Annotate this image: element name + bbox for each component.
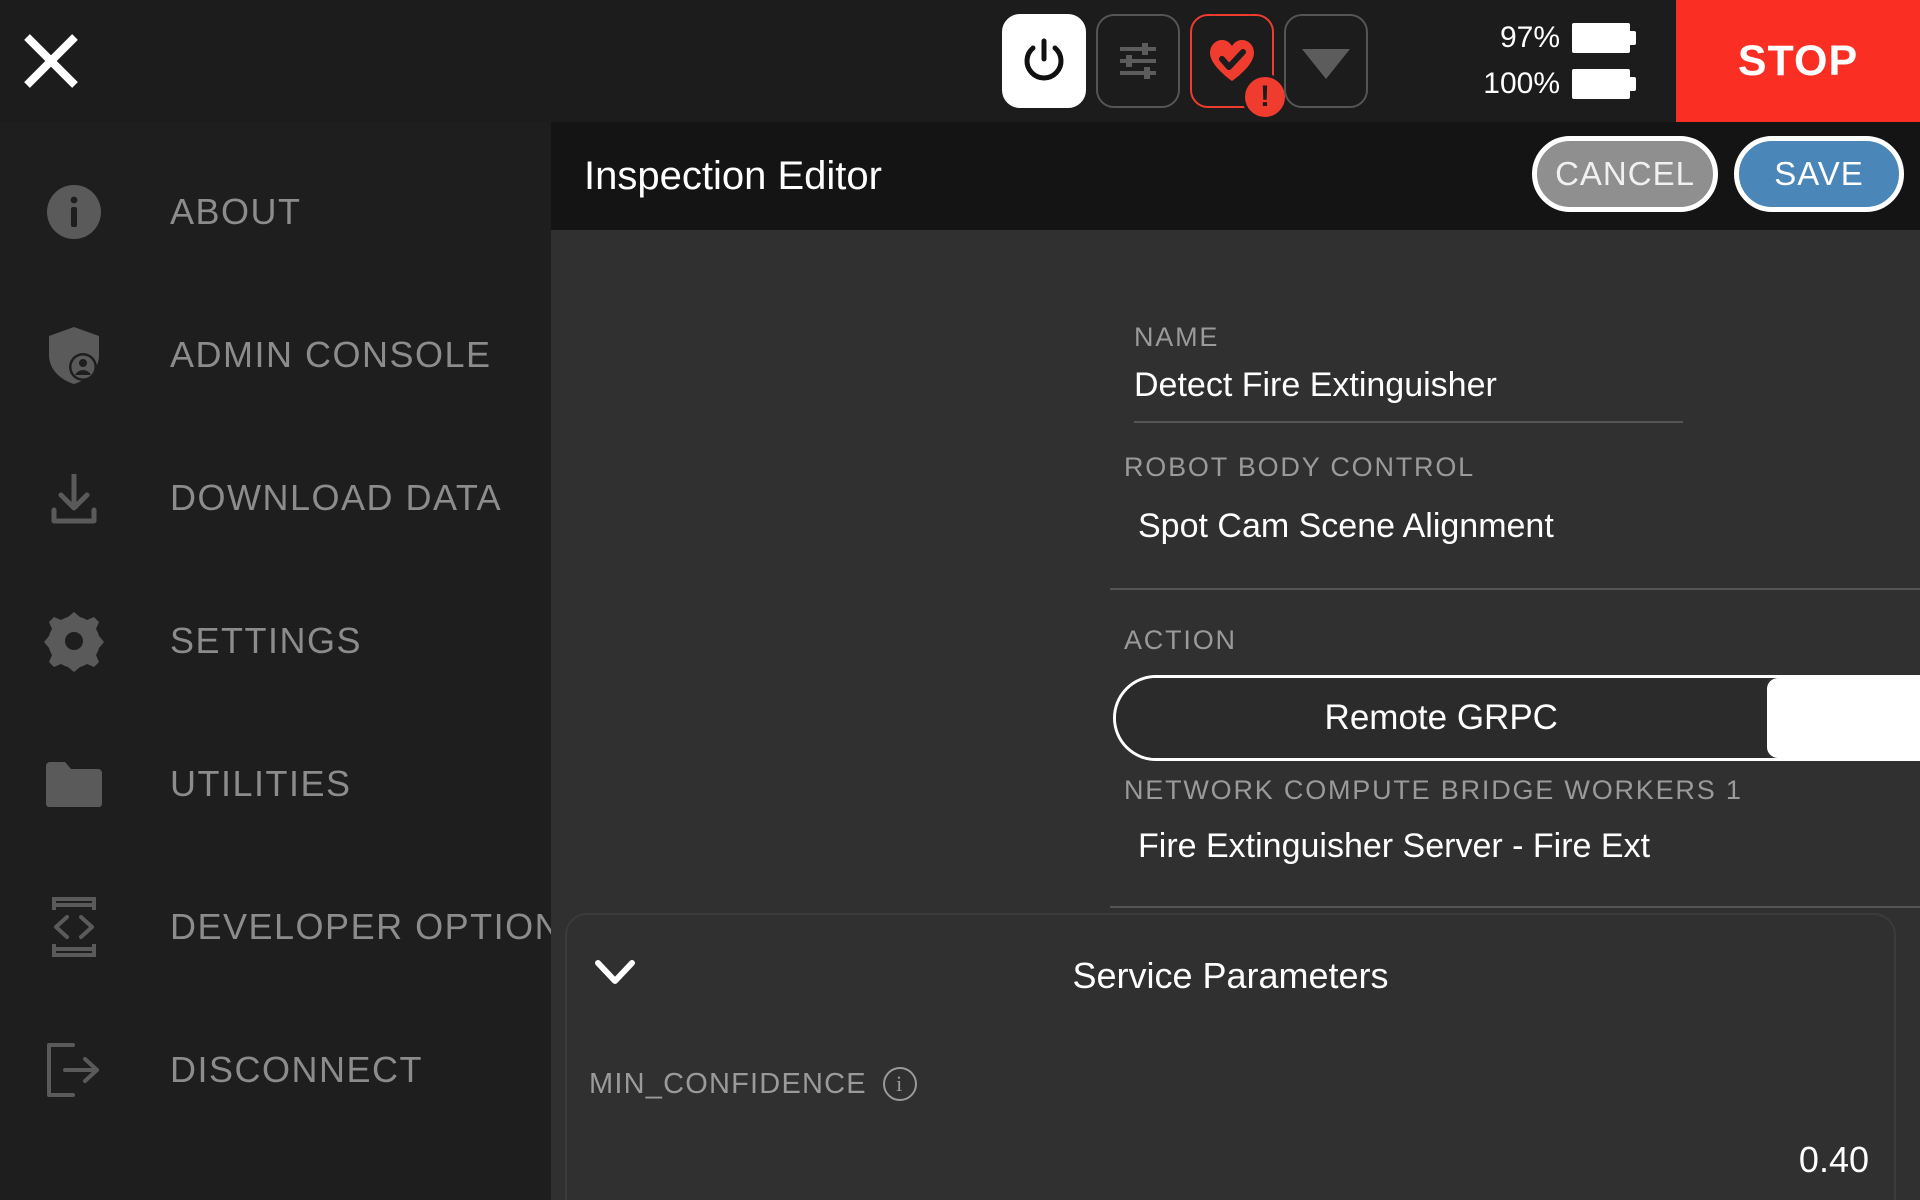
robot-body-control-underline — [1110, 588, 1920, 590]
sidebar-item-admin-console[interactable]: ADMIN CONSOLE — [0, 283, 551, 426]
battery-percent-robot: 97% — [1499, 21, 1560, 54]
sidebar-item-utilities[interactable]: UTILITIES — [0, 712, 551, 855]
cancel-button[interactable]: CANCEL — [1532, 136, 1718, 212]
sliders-icon — [1120, 43, 1156, 79]
name-input[interactable]: Detect Fire Extinguisher — [1134, 366, 1683, 405]
sidebar-nav: ABOUT ADMIN CONSOLE DOWNLOAD DATA SETTIN… — [0, 122, 586, 1200]
sidebar-item-developer-options[interactable]: DEVELOPER OPTIONS — [0, 855, 586, 998]
action-group: ACTION Remote GRPC Daq — [1113, 625, 1920, 761]
sidebar-item-settings[interactable]: SETTINGS — [0, 569, 551, 712]
sidebar-item-download-data[interactable]: DOWNLOAD DATA — [0, 426, 551, 569]
shield-user-icon — [36, 324, 112, 386]
sidebar-item-disconnect[interactable]: DISCONNECT — [0, 998, 551, 1141]
status-icon-group: ! — [1002, 14, 1368, 120]
robot-body-control-label: ROBOT BODY CONTROL — [1124, 452, 1475, 482]
service-parameters-header[interactable]: Service Parameters — [567, 915, 1894, 1037]
top-status-bar: ! 97% 100% STOP — [0, 0, 1920, 122]
power-icon — [1024, 38, 1064, 81]
name-field-group: NAME Detect Fire Extinguisher — [1134, 322, 1683, 423]
battery-indicators: 97% 100% — [1460, 14, 1636, 108]
action-label: ACTION — [1124, 625, 1237, 655]
settings-sliders-button[interactable] — [1096, 14, 1180, 108]
close-button[interactable] — [18, 28, 84, 94]
power-button[interactable] — [1002, 14, 1086, 108]
battery-percent-controller: 100% — [1483, 67, 1560, 100]
battery-row-controller: 100% — [1460, 67, 1636, 101]
name-underline — [1134, 421, 1683, 423]
robot-health-button[interactable]: ! — [1190, 14, 1288, 120]
save-button[interactable]: SAVE — [1734, 136, 1904, 212]
sidebar-item-label: DOWNLOAD DATA — [170, 476, 503, 518]
sidebar-item-label: DEVELOPER OPTIONS — [170, 905, 588, 947]
info-icon[interactable]: i — [882, 1067, 917, 1101]
inspection-editor-panel: Inspection Editor CANCEL SAVE NAME Detec… — [551, 122, 1920, 1200]
stop-button[interactable]: STOP — [1676, 0, 1920, 122]
network-compute-bridge-value: Fire Extinguisher Server - Fire Ext — [1138, 827, 1651, 865]
sidebar-item-label: SETTINGS — [170, 619, 363, 661]
editor-header-actions: CANCEL SAVE — [1532, 136, 1904, 212]
inspection-editor-screen: ! 97% 100% STOP ABOUT ADMIN CONSOLE DOWN… — [0, 0, 1920, 1200]
sidebar-item-label: ADMIN CONSOLE — [170, 333, 492, 375]
network-compute-bridge-label: NETWORK COMPUTE BRIDGE WORKERS 1 — [1124, 775, 1743, 805]
folder-icon — [36, 758, 112, 810]
chevron-down-icon[interactable] — [593, 957, 637, 987]
param-min-confidence: MIN_CONFIDENCE i 0.40 — [589, 1067, 1879, 1180]
service-parameters-title: Service Parameters — [1072, 955, 1389, 996]
editor-header: Inspection Editor CANCEL SAVE — [551, 122, 1920, 230]
heart-check-icon — [1210, 40, 1254, 81]
wifi-button[interactable] — [1284, 14, 1368, 108]
action-segmented-control: Remote GRPC Daq — [1113, 675, 1920, 761]
health-alert-badge: ! — [1242, 74, 1288, 120]
tab-remote-grpc[interactable]: Remote GRPC — [1116, 678, 1767, 758]
network-compute-bridge-underline — [1110, 906, 1920, 908]
robot-body-control-dropdown[interactable]: Spot Cam Scene Alignment — [1124, 507, 1920, 546]
battery-row-robot: 97% — [1460, 21, 1636, 55]
tab-daq[interactable]: Daq — [1766, 678, 1920, 758]
wifi-icon — [1302, 49, 1350, 79]
param-name-row: MIN_CONFIDENCE i — [589, 1067, 1879, 1101]
sidebar-item-about[interactable]: ABOUT — [0, 140, 551, 283]
sidebar-item-label: UTILITIES — [170, 762, 352, 804]
info-circle-icon — [36, 182, 112, 242]
code-brackets-icon — [36, 896, 112, 958]
logout-icon — [36, 1041, 112, 1099]
sidebar-item-label: DISCONNECT — [170, 1048, 424, 1090]
battery-icon-controller — [1572, 69, 1636, 99]
robot-body-control-group: ROBOT BODY CONTROL Spot Cam Scene Alignm… — [1110, 452, 1920, 590]
service-parameters-card: Service Parameters MIN_CONFIDENCE i 0.40 — [565, 913, 1896, 1200]
sidebar-item-label: ABOUT — [170, 190, 302, 232]
param-label: MIN_CONFIDENCE — [589, 1067, 867, 1100]
close-icon — [24, 34, 78, 88]
robot-body-control-value: Spot Cam Scene Alignment — [1138, 507, 1554, 545]
gear-icon — [36, 610, 112, 672]
network-compute-bridge-dropdown[interactable]: Fire Extinguisher Server - Fire Ext — [1124, 827, 1920, 866]
param-value[interactable]: 0.40 — [1799, 1139, 1869, 1181]
battery-icon-robot — [1572, 23, 1636, 53]
network-compute-bridge-group: NETWORK COMPUTE BRIDGE WORKERS 1 Fire Ex… — [1110, 775, 1920, 908]
page-title: Inspection Editor — [584, 153, 882, 198]
download-icon — [36, 468, 112, 528]
name-field-label: NAME — [1134, 322, 1220, 352]
editor-form: NAME Detect Fire Extinguisher ROBOT BODY… — [551, 230, 1920, 1200]
